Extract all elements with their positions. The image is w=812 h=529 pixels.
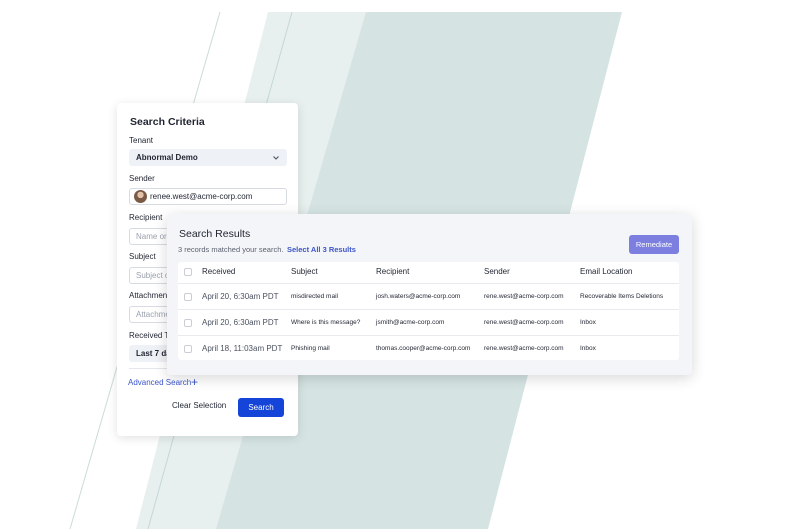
sender-field[interactable]: renee.west@acme-corp.com	[129, 188, 287, 205]
tenant-select-value: Abnormal Demo	[136, 153, 198, 162]
row-email-location: Inbox	[580, 319, 596, 326]
row-subject: Phishing mail	[291, 345, 330, 352]
tenant-label: Tenant	[129, 136, 154, 145]
search-results-title: Search Results	[179, 228, 251, 240]
select-all-checkbox[interactable]	[184, 268, 192, 276]
column-header-recipient[interactable]: Recipient	[376, 267, 409, 276]
subject-label: Subject	[129, 252, 156, 261]
column-header-received[interactable]: Received	[202, 267, 235, 276]
column-header-email-location[interactable]: Email Location	[580, 267, 632, 276]
column-header-subject[interactable]: Subject	[291, 267, 318, 276]
clear-selection-button[interactable]: Clear Selection	[172, 401, 226, 410]
row-divider	[178, 309, 679, 310]
select-all-link[interactable]: Select All 3 Results	[287, 245, 356, 254]
received-time-label: Received Ti	[129, 331, 171, 340]
advanced-search-link[interactable]: Advanced Search	[128, 378, 191, 387]
row-recipient: thomas.cooper@acme-corp.com	[376, 345, 471, 352]
row-sender: rene.west@acme-corp.com	[484, 345, 564, 352]
search-button[interactable]: Search	[238, 398, 284, 417]
row-subject: Where is this message?	[291, 319, 361, 326]
row-sender: rene.west@acme-corp.com	[484, 293, 564, 300]
row-recipient: jsmith@acme-corp.com	[376, 319, 445, 326]
column-header-sender[interactable]: Sender	[484, 267, 510, 276]
tenant-select[interactable]: Abnormal Demo	[129, 149, 287, 166]
row-email-location: Recoverable Items Deletions	[580, 293, 664, 300]
matched-count-text: 3 records matched your search.	[178, 245, 284, 254]
search-criteria-title: Search Criteria	[130, 116, 205, 128]
row-recipient: josh.waters@acme-corp.com	[376, 293, 461, 300]
search-results-panel: Search Results 3 records matched your se…	[167, 214, 692, 375]
row-sender: rene.west@acme-corp.com	[484, 319, 564, 326]
row-divider	[178, 283, 679, 284]
row-divider	[178, 335, 679, 336]
sender-label: Sender	[129, 174, 155, 183]
plus-icon[interactable]: +	[191, 375, 198, 389]
row-checkbox[interactable]	[184, 345, 192, 353]
row-received: April 20, 6:30am PDT	[202, 318, 279, 327]
sender-chip: renee.west@acme-corp.com	[150, 192, 253, 201]
row-checkbox[interactable]	[184, 293, 192, 301]
attachment-label: Attachment	[129, 291, 170, 300]
avatar	[134, 190, 147, 203]
remediate-button[interactable]: Remediate	[629, 235, 679, 254]
row-subject: misdirected mail	[291, 293, 338, 300]
row-received: April 20, 6:30am PDT	[202, 292, 279, 301]
results-table: Received Subject Recipient Sender Email …	[178, 262, 679, 360]
row-email-location: Inbox	[580, 345, 596, 352]
recipient-label: Recipient	[129, 213, 163, 222]
row-received: April 18, 11:03am PDT	[202, 344, 283, 353]
chevron-down-icon	[273, 156, 279, 160]
row-checkbox[interactable]	[184, 319, 192, 327]
